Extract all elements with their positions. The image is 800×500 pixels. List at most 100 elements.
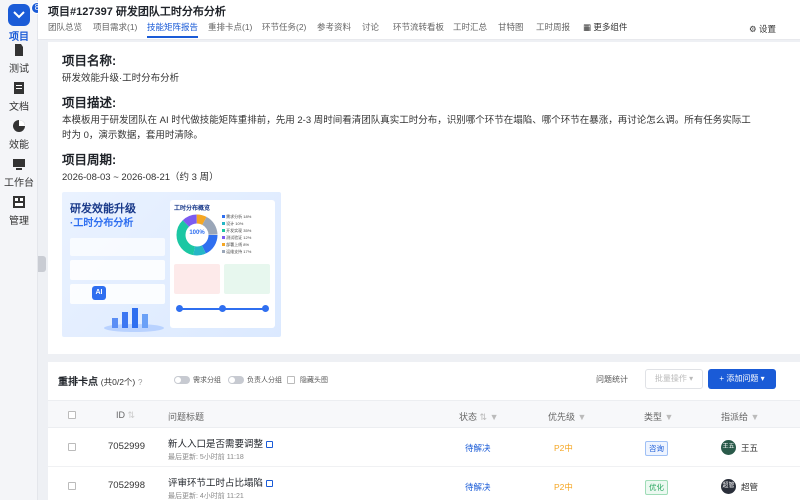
tab-more-components[interactable]: ▦ 更多组件 xyxy=(583,21,627,33)
column-type[interactable]: 类型 ▼ xyxy=(644,410,673,423)
group-by-owner-toggle[interactable] xyxy=(228,376,244,384)
project-name-value: 研发效能升级·工时分布分析 xyxy=(62,73,180,84)
column-owner[interactable]: 指派给 ▼ xyxy=(721,410,759,423)
cover-info-block xyxy=(70,260,165,280)
ai-badge-icon: AI xyxy=(92,286,106,300)
project-header: 项目#127397 研发团队工时分布分析 团队总览 项目需求(1) 技能矩阵报告… xyxy=(38,0,800,40)
project-period-value: 2026-08-03 ~ 2026-08-21（约 3 周） xyxy=(62,172,219,183)
tab-gantt[interactable]: 甘特图 xyxy=(498,21,524,33)
tab-weekly-report[interactable]: 工时周报 xyxy=(536,21,570,33)
tab-stage-tasks[interactable]: 环节任务(2) xyxy=(262,21,306,33)
project-desc-heading: 项目描述: xyxy=(62,96,117,110)
issues-table-header: ID ⇅ 问题标题 状态 ⇅ ▼ 优先级 ▼ 类型 ▼ 指派给 ▼ xyxy=(48,400,800,428)
tab-team-overview[interactable]: 团队总览 xyxy=(48,21,82,33)
group-by-owner-label: 负责人分组 xyxy=(247,377,282,384)
column-priority[interactable]: 优先级 ▼ xyxy=(548,410,586,423)
issue-title[interactable]: 评审环节工时占比塌陷 xyxy=(168,475,274,489)
cover-panel: 工时分布概览 100% 需求分析 18% 设计 10% 开发实现 35% 测试验… xyxy=(170,200,275,328)
group-by-requirement-label: 需求分组 xyxy=(193,377,221,384)
column-title[interactable]: 问题标题 xyxy=(168,410,204,423)
sidebar-item-workbench[interactable]: 工作台 xyxy=(0,156,38,189)
project-name-heading: 项目名称: xyxy=(62,54,117,68)
sidebar-item-label: 文档 xyxy=(9,102,29,113)
calendar-icon xyxy=(266,440,274,448)
issue-stats-button[interactable]: 问题统计 xyxy=(596,374,628,385)
cover-panel-title: 工时分布概览 xyxy=(174,206,211,212)
issue-id: 7052998 xyxy=(108,480,145,491)
document-icon xyxy=(14,82,24,94)
issue-priority[interactable]: P2中 xyxy=(554,481,573,493)
legend-item: 部署上线 8% xyxy=(222,241,274,248)
group-by-requirement-toggle[interactable] xyxy=(174,376,190,384)
legend-item: 运维支持 17% xyxy=(222,248,274,255)
column-status[interactable]: 状态 ⇅ ▼ xyxy=(459,410,499,423)
issue-owner[interactable]: 超管 xyxy=(741,481,758,493)
timeline-node xyxy=(262,305,269,312)
page-title: 项目#127397 研发团队工时分布分析 xyxy=(48,6,226,18)
app-window: 8 项目 测试 文档 效能 工作台 管理 项目#127397 研发团队工时分布分… xyxy=(0,0,800,500)
issue-id: 7052999 xyxy=(108,441,145,452)
tab-blockers[interactable]: 重排卡点(1) xyxy=(208,21,252,33)
issue-priority[interactable]: P2中 xyxy=(554,442,573,454)
table-row[interactable]: 7052998 评审环节工时占比塌陷 最后更新: 4小时前 11:21 待解决 … xyxy=(48,468,800,500)
more-components-label: 更多组件 xyxy=(593,22,628,32)
donut-center-label: 100% xyxy=(189,230,205,236)
column-id[interactable]: ID ⇅ xyxy=(116,410,135,421)
calendar-icon xyxy=(266,479,274,487)
legend-item: 测试验证 12% xyxy=(222,234,274,241)
tab-references[interactable]: 参考资料 xyxy=(317,21,351,33)
sidebar-item-label: 工作台 xyxy=(4,178,34,189)
sidebar-item-efficiency[interactable]: 效能 xyxy=(0,118,38,151)
tab-skill-matrix[interactable]: 技能矩阵报告 xyxy=(147,21,199,38)
gear-icon: ⚙ xyxy=(749,24,759,34)
issue-updated: 最后更新: 4小时前 11:21 xyxy=(168,493,244,500)
sidebar: 8 项目 测试 文档 效能 工作台 管理 xyxy=(0,0,43,500)
grid-icon: ▦ xyxy=(583,22,594,32)
tab-requirements[interactable]: 项目需求(1) xyxy=(93,21,137,33)
hide-header-checkbox[interactable] xyxy=(287,376,295,384)
avatar: 超管 xyxy=(721,479,736,494)
cover-info-block xyxy=(70,284,165,304)
issues-count: (共0/2个) xyxy=(100,377,136,387)
issue-title[interactable]: 新人入口是否需要调整 xyxy=(168,436,274,450)
tab-discussion[interactable]: 讨论 xyxy=(362,21,379,33)
filter-icon: ▼ xyxy=(577,412,587,422)
sidebar-collapse-handle[interactable] xyxy=(38,256,46,272)
filter-icon: ▼ xyxy=(489,412,499,422)
add-issue-button[interactable]: + 添加问题 ▾ xyxy=(708,369,776,389)
sidebar-item-test[interactable]: 测试 xyxy=(0,42,38,75)
sidebar-item-docs[interactable]: 文档 xyxy=(0,80,38,113)
issue-status[interactable]: 待解决 xyxy=(465,442,491,454)
tab-flow-board[interactable]: 环节流转看板 xyxy=(393,21,444,33)
admin-icon xyxy=(13,196,25,208)
table-row[interactable]: 7052999 新人入口是否需要调整 最后更新: 5小时前 11:18 待解决 … xyxy=(48,429,800,467)
select-all-checkbox[interactable] xyxy=(68,411,76,419)
workbench-icon xyxy=(13,159,25,170)
issue-status[interactable]: 待解决 xyxy=(465,481,491,493)
issue-owner[interactable]: 王五 xyxy=(741,442,758,454)
issues-title: 重排卡点 (共0/2个) ? xyxy=(58,377,143,388)
project-desc-line2: 时为 0，演示数据，套用时清除。 xyxy=(62,130,203,141)
cover-callout-green xyxy=(224,264,270,294)
cover-text-block xyxy=(70,238,165,256)
issues-card: 重排卡点 (共0/2个) ? 需求分组 负责人分组 隐藏头图 问题统计 批量操作… xyxy=(48,362,800,500)
project-cover-image[interactable]: 研发效能升级 ·工时分布分析 AI 工时分布概览 100% 需求分析 18% 设… xyxy=(62,192,281,337)
tab-hours-summary[interactable]: 工时汇总 xyxy=(453,21,487,33)
chevron-down-icon: ▾ xyxy=(689,374,694,383)
settings-button[interactable]: ⚙ 设置 xyxy=(749,23,776,35)
sort-icon: ⇅ xyxy=(127,410,136,420)
project-icon: 8 xyxy=(8,2,43,26)
row-checkbox[interactable] xyxy=(68,443,76,451)
issue-type-tag: 优化 xyxy=(645,480,668,495)
sidebar-item-label: 管理 xyxy=(9,216,29,227)
efficiency-icon xyxy=(13,120,25,132)
cover-legend: 需求分析 18% 设计 10% 开发实现 35% 测试验证 12% 部署上线 8… xyxy=(222,213,274,255)
sidebar-item-project[interactable]: 8 项目 xyxy=(0,2,43,43)
batch-action-button[interactable]: 批量操作 ▾ xyxy=(645,369,703,389)
add-issue-label: + 添加问题 xyxy=(719,374,759,383)
row-checkbox[interactable] xyxy=(68,482,76,490)
hide-header-label: 隐藏头图 xyxy=(300,377,328,384)
sidebar-item-label: 测试 xyxy=(9,64,29,75)
sidebar-item-label: 效能 xyxy=(9,140,29,151)
sidebar-item-admin[interactable]: 管理 xyxy=(0,194,38,227)
